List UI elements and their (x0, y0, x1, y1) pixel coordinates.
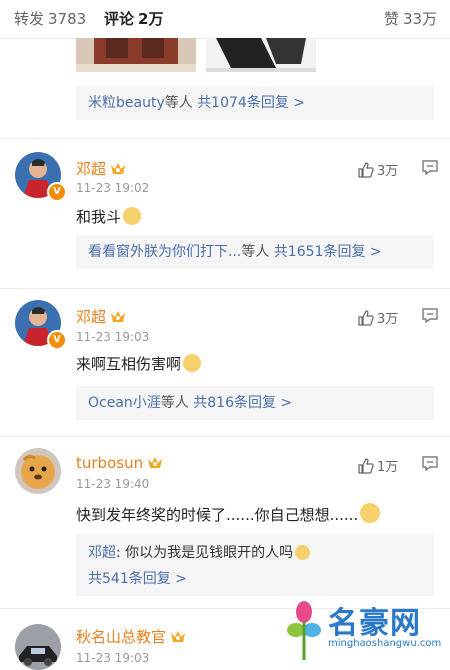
vip-crown-icon (148, 457, 163, 468)
reply-names[interactable]: Ocean小涯 (88, 395, 161, 411)
site-watermark: 名豪网 minghaoshangwu.com (282, 596, 450, 670)
tab-repost-label: 转发 (14, 10, 45, 28)
tab-repost[interactable]: 转发 3783 (14, 8, 86, 29)
doge-emoji-icon (123, 207, 142, 225)
divider (0, 288, 450, 289)
comment-time: 11-23 19:02 (76, 181, 150, 195)
tab-comments[interactable]: 评论 2万 (104, 8, 163, 29)
comment-text: 快到发年终奖的时候了......你自己想想...... (76, 503, 381, 525)
tab-repost-count: 3783 (48, 10, 87, 28)
like-count: 1万 (377, 460, 399, 475)
reply-names[interactable]: 米粒beauty (88, 95, 165, 111)
tab-likes-label: 赞 (384, 10, 400, 28)
sub-reply-box: 邓超: 你以为我是见钱眼开的人吗 共541条回复 > (76, 534, 434, 596)
comment-text: 来啊互相伤害啊 (76, 353, 202, 374)
divider (0, 138, 450, 139)
doge-emoji-icon (295, 545, 311, 560)
watermark-title: 名豪网 (328, 606, 421, 641)
like-count: 3万 (377, 164, 399, 179)
comment-time: 11-23 19:03 (76, 651, 150, 665)
reply-summary[interactable]: 看看窗外朕为你们打下...等人 共1651条回复 > (76, 235, 434, 269)
watermark-url: minghaoshangwu.com (328, 638, 442, 649)
like-count: 3万 (377, 312, 399, 327)
comment-text: 和我斗 (76, 206, 142, 227)
thinking-emoji-icon (360, 503, 381, 523)
reply-suffix: 等人 (160, 395, 189, 411)
vip-crown-icon (111, 311, 126, 322)
comment-text-content: 和我斗 (76, 208, 122, 226)
tab-bar: 转发 3783 评论 2万 赞 33万 (0, 0, 450, 39)
doge-emoji-icon (183, 354, 202, 372)
like-button[interactable]: 3万 (358, 160, 398, 179)
comment-icon[interactable] (422, 160, 438, 175)
post-image-1[interactable] (76, 38, 196, 72)
username[interactable]: 邓超 (76, 158, 126, 179)
tab-likes[interactable]: 赞 33万 (384, 8, 437, 29)
tab-comments-label: 评论 (104, 10, 135, 28)
divider (0, 436, 450, 437)
reply-summary[interactable]: 米粒beauty等人 共1074条回复 > (76, 86, 434, 120)
sub-reply-author[interactable]: 邓超 (88, 545, 116, 561)
thumbs-up-icon (358, 162, 374, 178)
avatar[interactable] (15, 624, 61, 670)
username[interactable]: 邓超 (76, 306, 126, 327)
username-text: 秋名山总教官 (76, 628, 167, 646)
avatar[interactable] (15, 448, 61, 494)
sub-reply-text: : 你以为我是见钱眼开的人吗 (116, 545, 294, 561)
username-text: 邓超 (76, 308, 107, 326)
reply-names[interactable]: 看看窗外朕为你们打下... (88, 244, 241, 260)
comment-icon[interactable] (422, 308, 438, 323)
reply-count-link[interactable]: 共1651条回复 > (274, 244, 382, 260)
vip-crown-icon (111, 163, 126, 174)
tab-likes-count: 33万 (403, 10, 438, 28)
tab-comments-count: 2万 (138, 10, 164, 28)
sub-reply-line: 邓超: 你以为我是见钱眼开的人吗 (88, 542, 311, 562)
post-image-2[interactable] (206, 38, 316, 72)
thumbs-up-icon (358, 310, 374, 326)
reply-suffix: 等人 (164, 95, 193, 111)
comment-text-content: 来啊互相伤害啊 (76, 355, 182, 373)
reply-count-link[interactable]: 共541条回复 > (88, 568, 187, 588)
username[interactable]: turbosun (76, 454, 163, 472)
reply-suffix: 等人 (241, 244, 270, 260)
username[interactable]: 秋名山总教官 (76, 626, 186, 647)
username-text: 邓超 (76, 160, 107, 178)
comment-time: 11-23 19:03 (76, 330, 150, 344)
comment-icon[interactable] (422, 456, 438, 471)
verified-badge-icon: V (47, 182, 67, 202)
reply-count-link[interactable]: 共1074条回复 > (197, 95, 305, 111)
comment-text-content: 快到发年终奖的时候了......你自己想想...... (76, 506, 359, 524)
thumbs-up-icon (358, 458, 374, 474)
like-button[interactable]: 3万 (358, 308, 398, 327)
username-text: turbosun (76, 454, 144, 472)
watermark-logo-icon (287, 601, 321, 660)
reply-count-link[interactable]: 共816条回复 > (193, 395, 292, 411)
verified-badge-icon: V (47, 330, 67, 350)
like-button[interactable]: 1万 (358, 456, 398, 475)
comment-time: 11-23 19:40 (76, 477, 150, 491)
vip-crown-icon (171, 631, 186, 642)
reply-summary[interactable]: Ocean小涯等人 共816条回复 > (76, 386, 434, 420)
